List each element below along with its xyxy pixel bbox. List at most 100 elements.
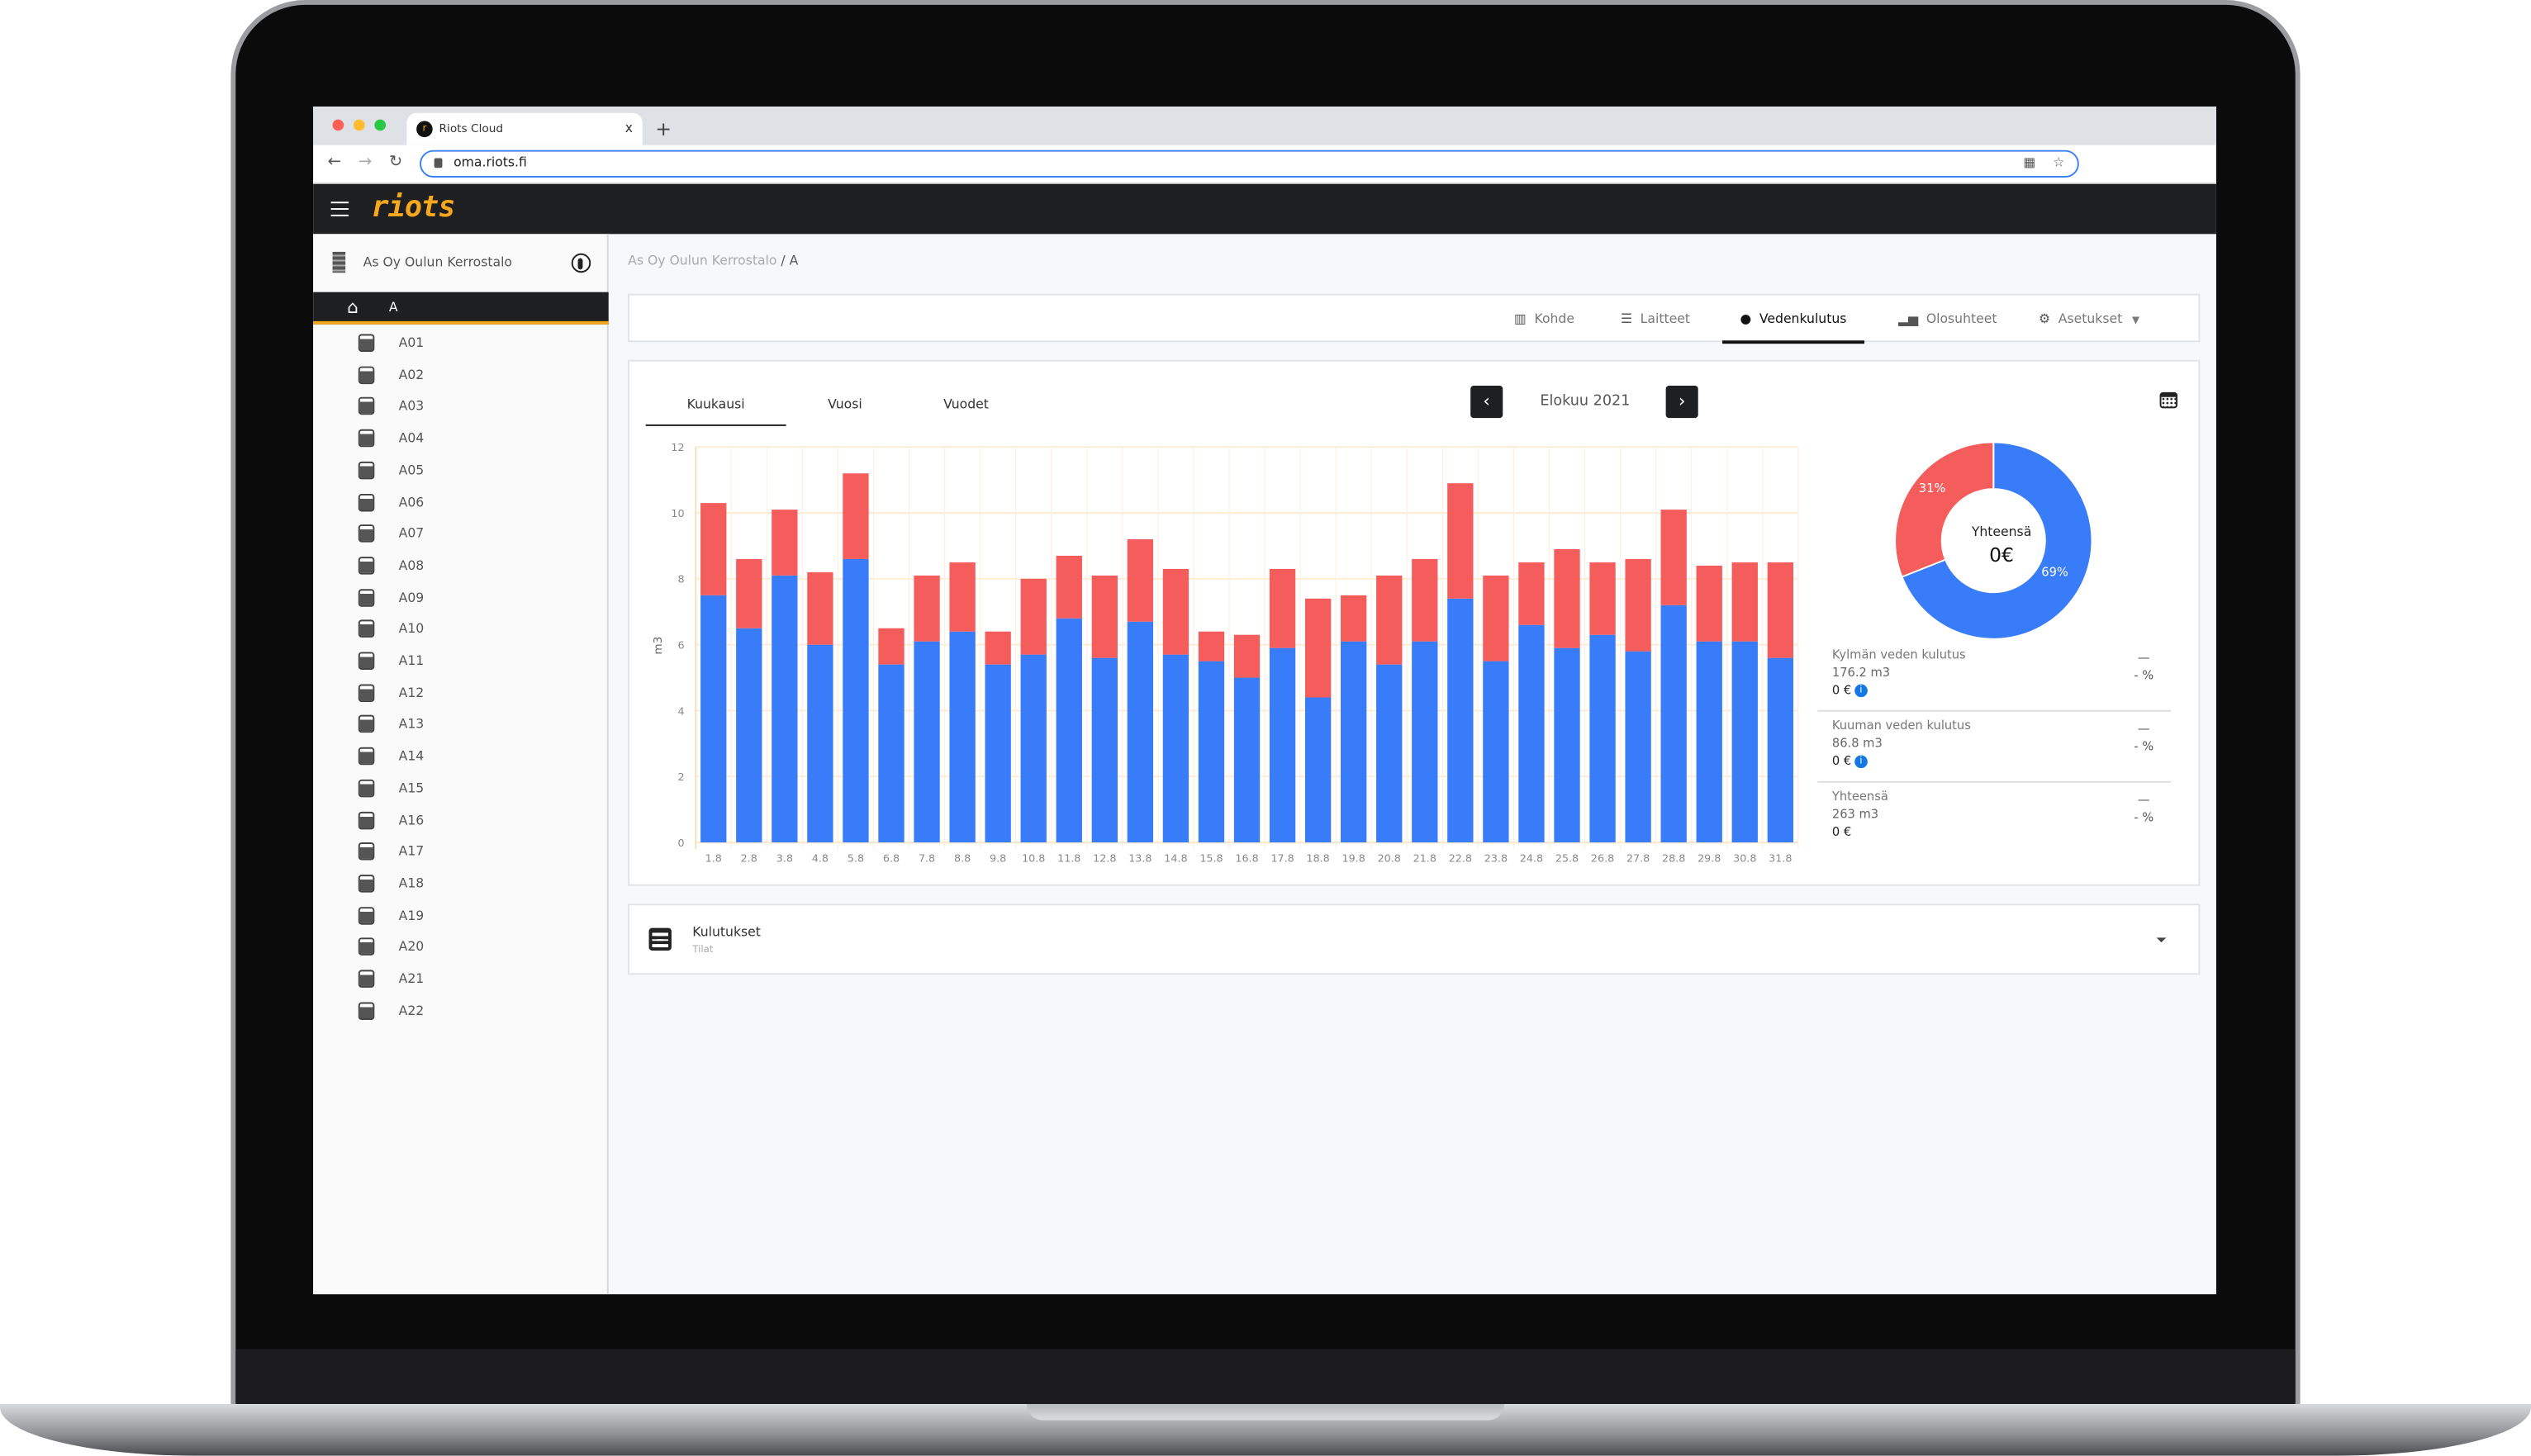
bar-hot-water bbox=[736, 558, 762, 628]
breadcrumb-parent[interactable]: As Oy Oulun Kerrostalo bbox=[628, 254, 776, 268]
sidebar-item-a11[interactable]: A11 bbox=[313, 646, 609, 676]
summary-trend: — - % bbox=[2134, 649, 2153, 685]
sidebar-item-a08[interactable]: A08 bbox=[313, 550, 609, 581]
apartment-icon bbox=[358, 588, 375, 606]
browser-window: r Riots Cloud x + ← → ↻ oma.riots.fi ▦ ☆… bbox=[313, 106, 2216, 1295]
bar-chart-icon: ▂▅ bbox=[1897, 311, 1919, 326]
tab-label: Asetukset bbox=[2058, 311, 2123, 326]
bar-cold-water bbox=[1660, 605, 1687, 843]
x-tick-label: 29.8 bbox=[1698, 851, 1721, 864]
bar-cold-water bbox=[1554, 647, 1580, 843]
sidebar-item-a06[interactable]: A06 bbox=[313, 486, 609, 517]
close-window-button[interactable] bbox=[332, 119, 344, 131]
sidebar-item-a19[interactable]: A19 bbox=[313, 900, 609, 931]
sidebar-item-a12[interactable]: A12 bbox=[313, 677, 609, 708]
expand-caret-icon[interactable] bbox=[2156, 937, 2167, 947]
x-tick-label: 4.8 bbox=[812, 851, 829, 864]
summary-title: Kuuman veden kulutus bbox=[1831, 718, 1971, 733]
sidebar-item-a04[interactable]: A04 bbox=[313, 423, 609, 453]
bar-cold-water bbox=[1056, 618, 1082, 843]
sidebar-item-a14[interactable]: A14 bbox=[313, 741, 609, 771]
x-tick-label: 16.8 bbox=[1235, 851, 1258, 864]
hamburger-menu-icon[interactable] bbox=[330, 202, 349, 216]
sidebar-item-a17[interactable]: A17 bbox=[313, 837, 609, 867]
sidebar-item-a16[interactable]: A16 bbox=[313, 804, 609, 835]
apartment-icon bbox=[358, 683, 375, 702]
bar-hot-water bbox=[1269, 568, 1296, 648]
apartment-icon bbox=[358, 906, 375, 924]
sidebar-item-label: A10 bbox=[398, 621, 425, 637]
sidebar-item-a07[interactable]: A07 bbox=[313, 519, 609, 549]
sidebar-item-a13[interactable]: A13 bbox=[313, 709, 609, 740]
apartment-icon bbox=[358, 1001, 375, 1020]
y-tick-label: 0 bbox=[677, 837, 684, 849]
x-tick-label: 14.8 bbox=[1164, 851, 1187, 864]
qr-code-icon[interactable]: ▦ bbox=[2023, 152, 2035, 174]
x-tick-label: 19.8 bbox=[1342, 851, 1365, 864]
bar-hot-water bbox=[1341, 595, 1367, 642]
reload-icon[interactable]: ↻ bbox=[389, 154, 402, 171]
bar-cold-water bbox=[1269, 647, 1296, 843]
sidebar-item-a05[interactable]: A05 bbox=[313, 455, 609, 486]
sidebar-item-a01[interactable]: A01 bbox=[313, 328, 609, 358]
bookmark-star-icon[interactable]: ☆ bbox=[2053, 152, 2064, 174]
sidebar-item-label: A17 bbox=[398, 844, 425, 859]
tab-olosuhteet[interactable]: ▂▅ Olosuhteet bbox=[1898, 296, 1997, 344]
info-icon[interactable]: i bbox=[1854, 684, 1868, 698]
x-tick-label: 5.8 bbox=[848, 851, 864, 864]
sidebar-item-a21[interactable]: A21 bbox=[313, 964, 609, 994]
sidebar-item-label: A01 bbox=[398, 335, 425, 351]
x-tick-label: 28.8 bbox=[1662, 851, 1685, 864]
donut-chart: 69% 31% bbox=[1894, 441, 2093, 640]
sidebar-building-header[interactable]: As Oy Oulun Kerrostalo bbox=[313, 234, 609, 292]
url-input[interactable]: oma.riots.fi ▦ ☆ bbox=[420, 149, 2079, 178]
summary-trend: — - % bbox=[2134, 790, 2153, 826]
tab-vedenkulutus[interactable]: ● Vedenkulutus bbox=[1722, 296, 1864, 344]
tab-asetukset[interactable]: ⚙ Asetukset ▼ bbox=[2039, 296, 2139, 344]
tab-bar: r Riots Cloud x + bbox=[313, 106, 2216, 145]
url-text: oma.riots.fi bbox=[453, 154, 527, 170]
apartment-icon bbox=[358, 524, 375, 543]
sidebar-item-a18[interactable]: A18 bbox=[313, 868, 609, 899]
forward-icon[interactable]: → bbox=[359, 154, 372, 171]
sidebar-item-a[interactable]: ⌂ A bbox=[313, 292, 609, 325]
sidebar-item-label: A02 bbox=[398, 367, 425, 382]
tab-label: Vedenkulutus bbox=[1759, 311, 1847, 326]
bar-hot-water bbox=[1376, 575, 1403, 665]
bar-cold-water bbox=[1304, 697, 1332, 843]
x-tick-label: 30.8 bbox=[1733, 851, 1756, 864]
apartment-icon bbox=[358, 619, 375, 638]
sidebar-item-label: A22 bbox=[398, 1003, 425, 1018]
building-icon bbox=[332, 251, 346, 273]
sidebar-item-a02[interactable]: A02 bbox=[313, 359, 609, 390]
lock-icon bbox=[434, 158, 443, 168]
calendar-icon[interactable] bbox=[2159, 391, 2178, 409]
y-tick-label: 12 bbox=[671, 441, 684, 453]
water-drop-icon: ● bbox=[1740, 311, 1752, 326]
bar-hot-water bbox=[1518, 562, 1545, 625]
bar-cold-water bbox=[878, 664, 905, 843]
bar-cold-water bbox=[1518, 624, 1545, 843]
consumption-panel[interactable]: Kulutukset Tilat bbox=[628, 903, 2201, 975]
back-icon[interactable]: ← bbox=[328, 154, 341, 171]
tab-kohde[interactable]: ▥ Kohde bbox=[1514, 296, 1574, 344]
tab-title: Riots Cloud bbox=[439, 122, 504, 136]
sidebar-item-a10[interactable]: A10 bbox=[313, 614, 609, 644]
user-account-icon[interactable] bbox=[571, 253, 591, 273]
sidebar-item-a20[interactable]: A20 bbox=[313, 932, 609, 962]
x-tick-label: 17.8 bbox=[1270, 851, 1294, 864]
close-tab-icon[interactable]: x bbox=[625, 113, 633, 145]
bar-hot-water bbox=[1198, 631, 1225, 662]
browser-tab[interactable]: r Riots Cloud x bbox=[406, 112, 643, 145]
minimize-window-button[interactable] bbox=[353, 119, 365, 131]
sidebar-item-a03[interactable]: A03 bbox=[313, 391, 609, 422]
maximize-window-button[interactable] bbox=[374, 119, 387, 131]
tab-laitteet[interactable]: ☰ Laitteet bbox=[1621, 296, 1690, 344]
y-tick-label: 6 bbox=[677, 639, 684, 652]
sidebar-item-a22[interactable]: A22 bbox=[313, 995, 609, 1026]
summary-row: Kylmän veden kulutus 176.2 m3 0 € i bbox=[1832, 646, 1966, 699]
sidebar-item-a15[interactable]: A15 bbox=[313, 773, 609, 804]
sidebar-item-a09[interactable]: A09 bbox=[313, 582, 609, 613]
new-tab-button[interactable]: + bbox=[655, 113, 672, 145]
info-icon[interactable]: i bbox=[1854, 755, 1868, 769]
